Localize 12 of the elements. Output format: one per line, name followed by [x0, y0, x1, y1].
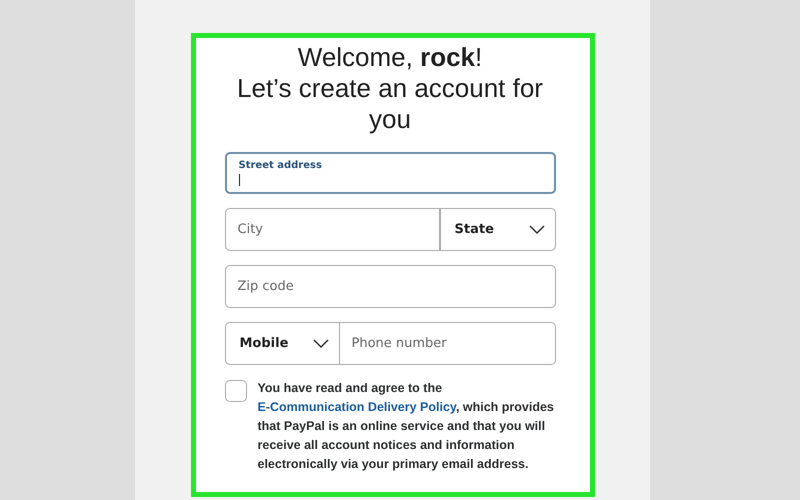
policy-link[interactable]: E-Communication Delivery Policy [258, 400, 456, 414]
phone-number-field[interactable]: Phone number [340, 322, 556, 365]
page-heading: Welcome, rock! Let’s create an account for you [236, 42, 544, 135]
city-field[interactable]: City [224, 208, 440, 251]
zip-code-field[interactable]: Zip code [224, 265, 556, 308]
state-dropdown[interactable]: State [440, 208, 556, 251]
phone-type-dropdown[interactable]: Mobile [224, 322, 340, 365]
consent-text: You have read and agree to the E-Communication Delivery Policy, which provides that PayPal is an online service and that you will receive all account notices and information electronically via your primary email address. [258, 380, 555, 473]
chevron-down-icon [528, 224, 544, 234]
consent-checkbox[interactable] [224, 380, 246, 402]
chevron-down-icon [312, 338, 328, 348]
street-address-field[interactable]: Street address [224, 152, 556, 194]
